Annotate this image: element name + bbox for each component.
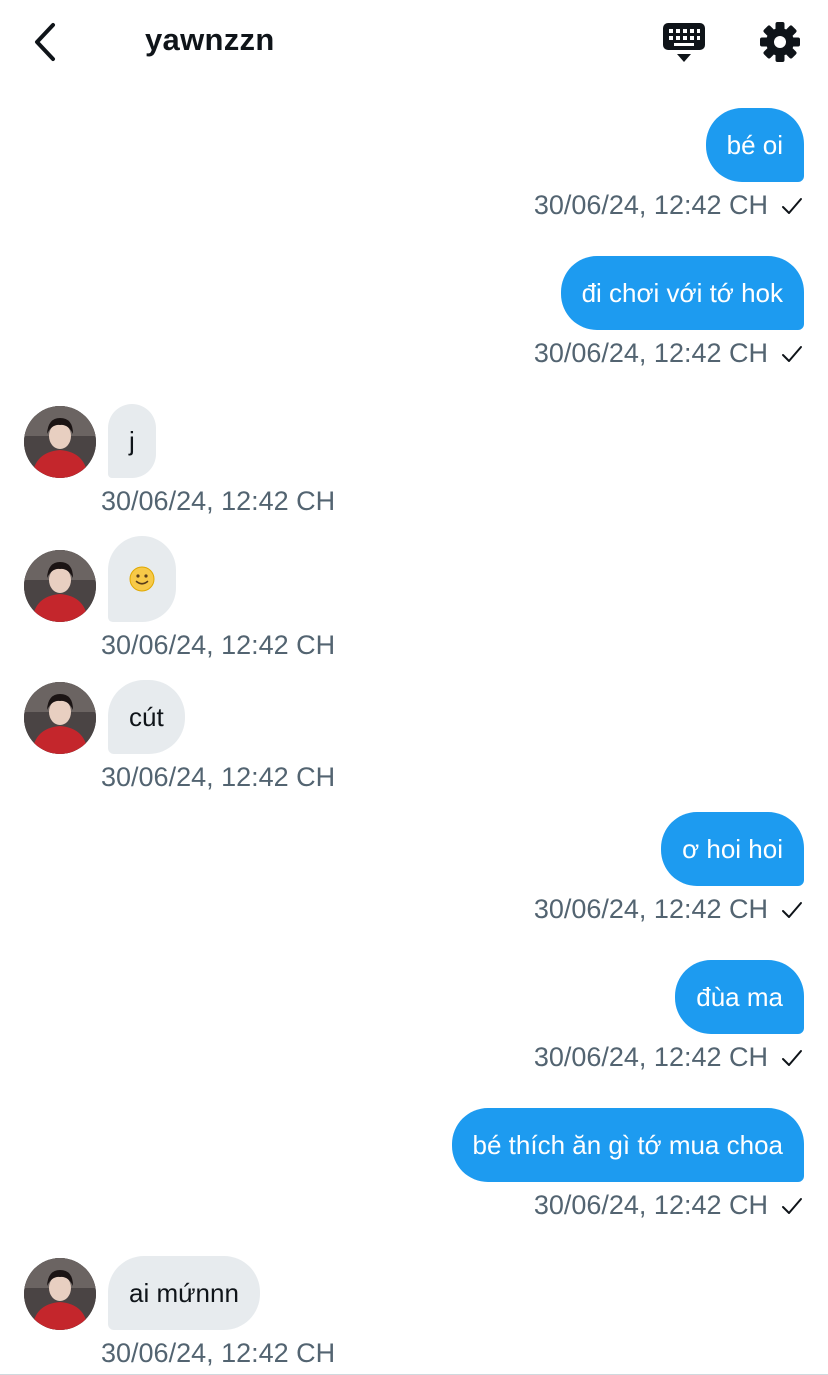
avatar-image [24, 550, 96, 622]
avatar[interactable] [24, 1258, 96, 1330]
message-bubble[interactable] [108, 536, 176, 622]
message-timestamp: 30/06/24, 12:42 CH [101, 762, 336, 792]
message-timestamp: 30/06/24, 12:42 CH [101, 486, 336, 516]
message-meta: 30/06/24, 12:42 CH [101, 630, 335, 661]
message-timestamp: 30/06/24, 12:42 CH [101, 1338, 336, 1368]
message-timestamp: 30/06/24, 12:42 CH [533, 190, 768, 220]
message-timestamp: 30/06/24, 12:42 CH [533, 1042, 768, 1072]
message-bubble[interactable]: ơ hoi hoi [661, 812, 804, 886]
message-timestamp: 30/06/24, 12:42 CH [533, 1190, 768, 1220]
sent-check-icon [782, 901, 802, 918]
sent-check-icon [782, 345, 802, 362]
message-bubble[interactable]: đi chơi với tớ hok [560, 256, 804, 330]
message-bubble[interactable]: bé oi [705, 108, 804, 182]
message-meta: 30/06/24, 12:42 CH [534, 1190, 804, 1221]
slightly-smiling-face-icon [129, 566, 155, 592]
sent-check-icon [782, 1049, 802, 1066]
message-list: bé oi 30/06/24, 12:42 CH đi chơi với tớ … [0, 0, 828, 1375]
avatar[interactable] [24, 682, 96, 754]
sent-check-icon [782, 1197, 802, 1214]
message-bubble[interactable]: ai mứnnn [108, 1256, 260, 1330]
message-meta: 30/06/24, 12:42 CH [534, 190, 804, 221]
avatar-image [24, 682, 96, 754]
message-meta: 30/06/24, 12:42 CH [534, 338, 804, 369]
message-bubble[interactable]: j [108, 404, 156, 478]
message-meta: 30/06/24, 12:42 CH [101, 762, 335, 793]
message-bubble[interactable]: đùa ma [675, 960, 804, 1034]
avatar-image [24, 1258, 96, 1330]
message-bubble[interactable]: cút [108, 680, 185, 754]
message-meta: 30/06/24, 12:42 CH [101, 486, 335, 517]
message-meta: 30/06/24, 12:42 CH [534, 1042, 804, 1073]
message-timestamp: 30/06/24, 12:42 CH [101, 630, 336, 660]
message-timestamp: 30/06/24, 12:42 CH [533, 338, 768, 368]
message-meta: 30/06/24, 12:42 CH [534, 894, 804, 925]
avatar-image [24, 406, 96, 478]
message-timestamp: 30/06/24, 12:42 CH [533, 894, 768, 924]
avatar[interactable] [24, 406, 96, 478]
sent-check-icon [782, 197, 802, 214]
message-bubble[interactable]: bé thích ăn gì tớ mua choa [451, 1108, 804, 1182]
message-meta: 30/06/24, 12:42 CH [101, 1338, 335, 1369]
avatar[interactable] [24, 550, 96, 622]
